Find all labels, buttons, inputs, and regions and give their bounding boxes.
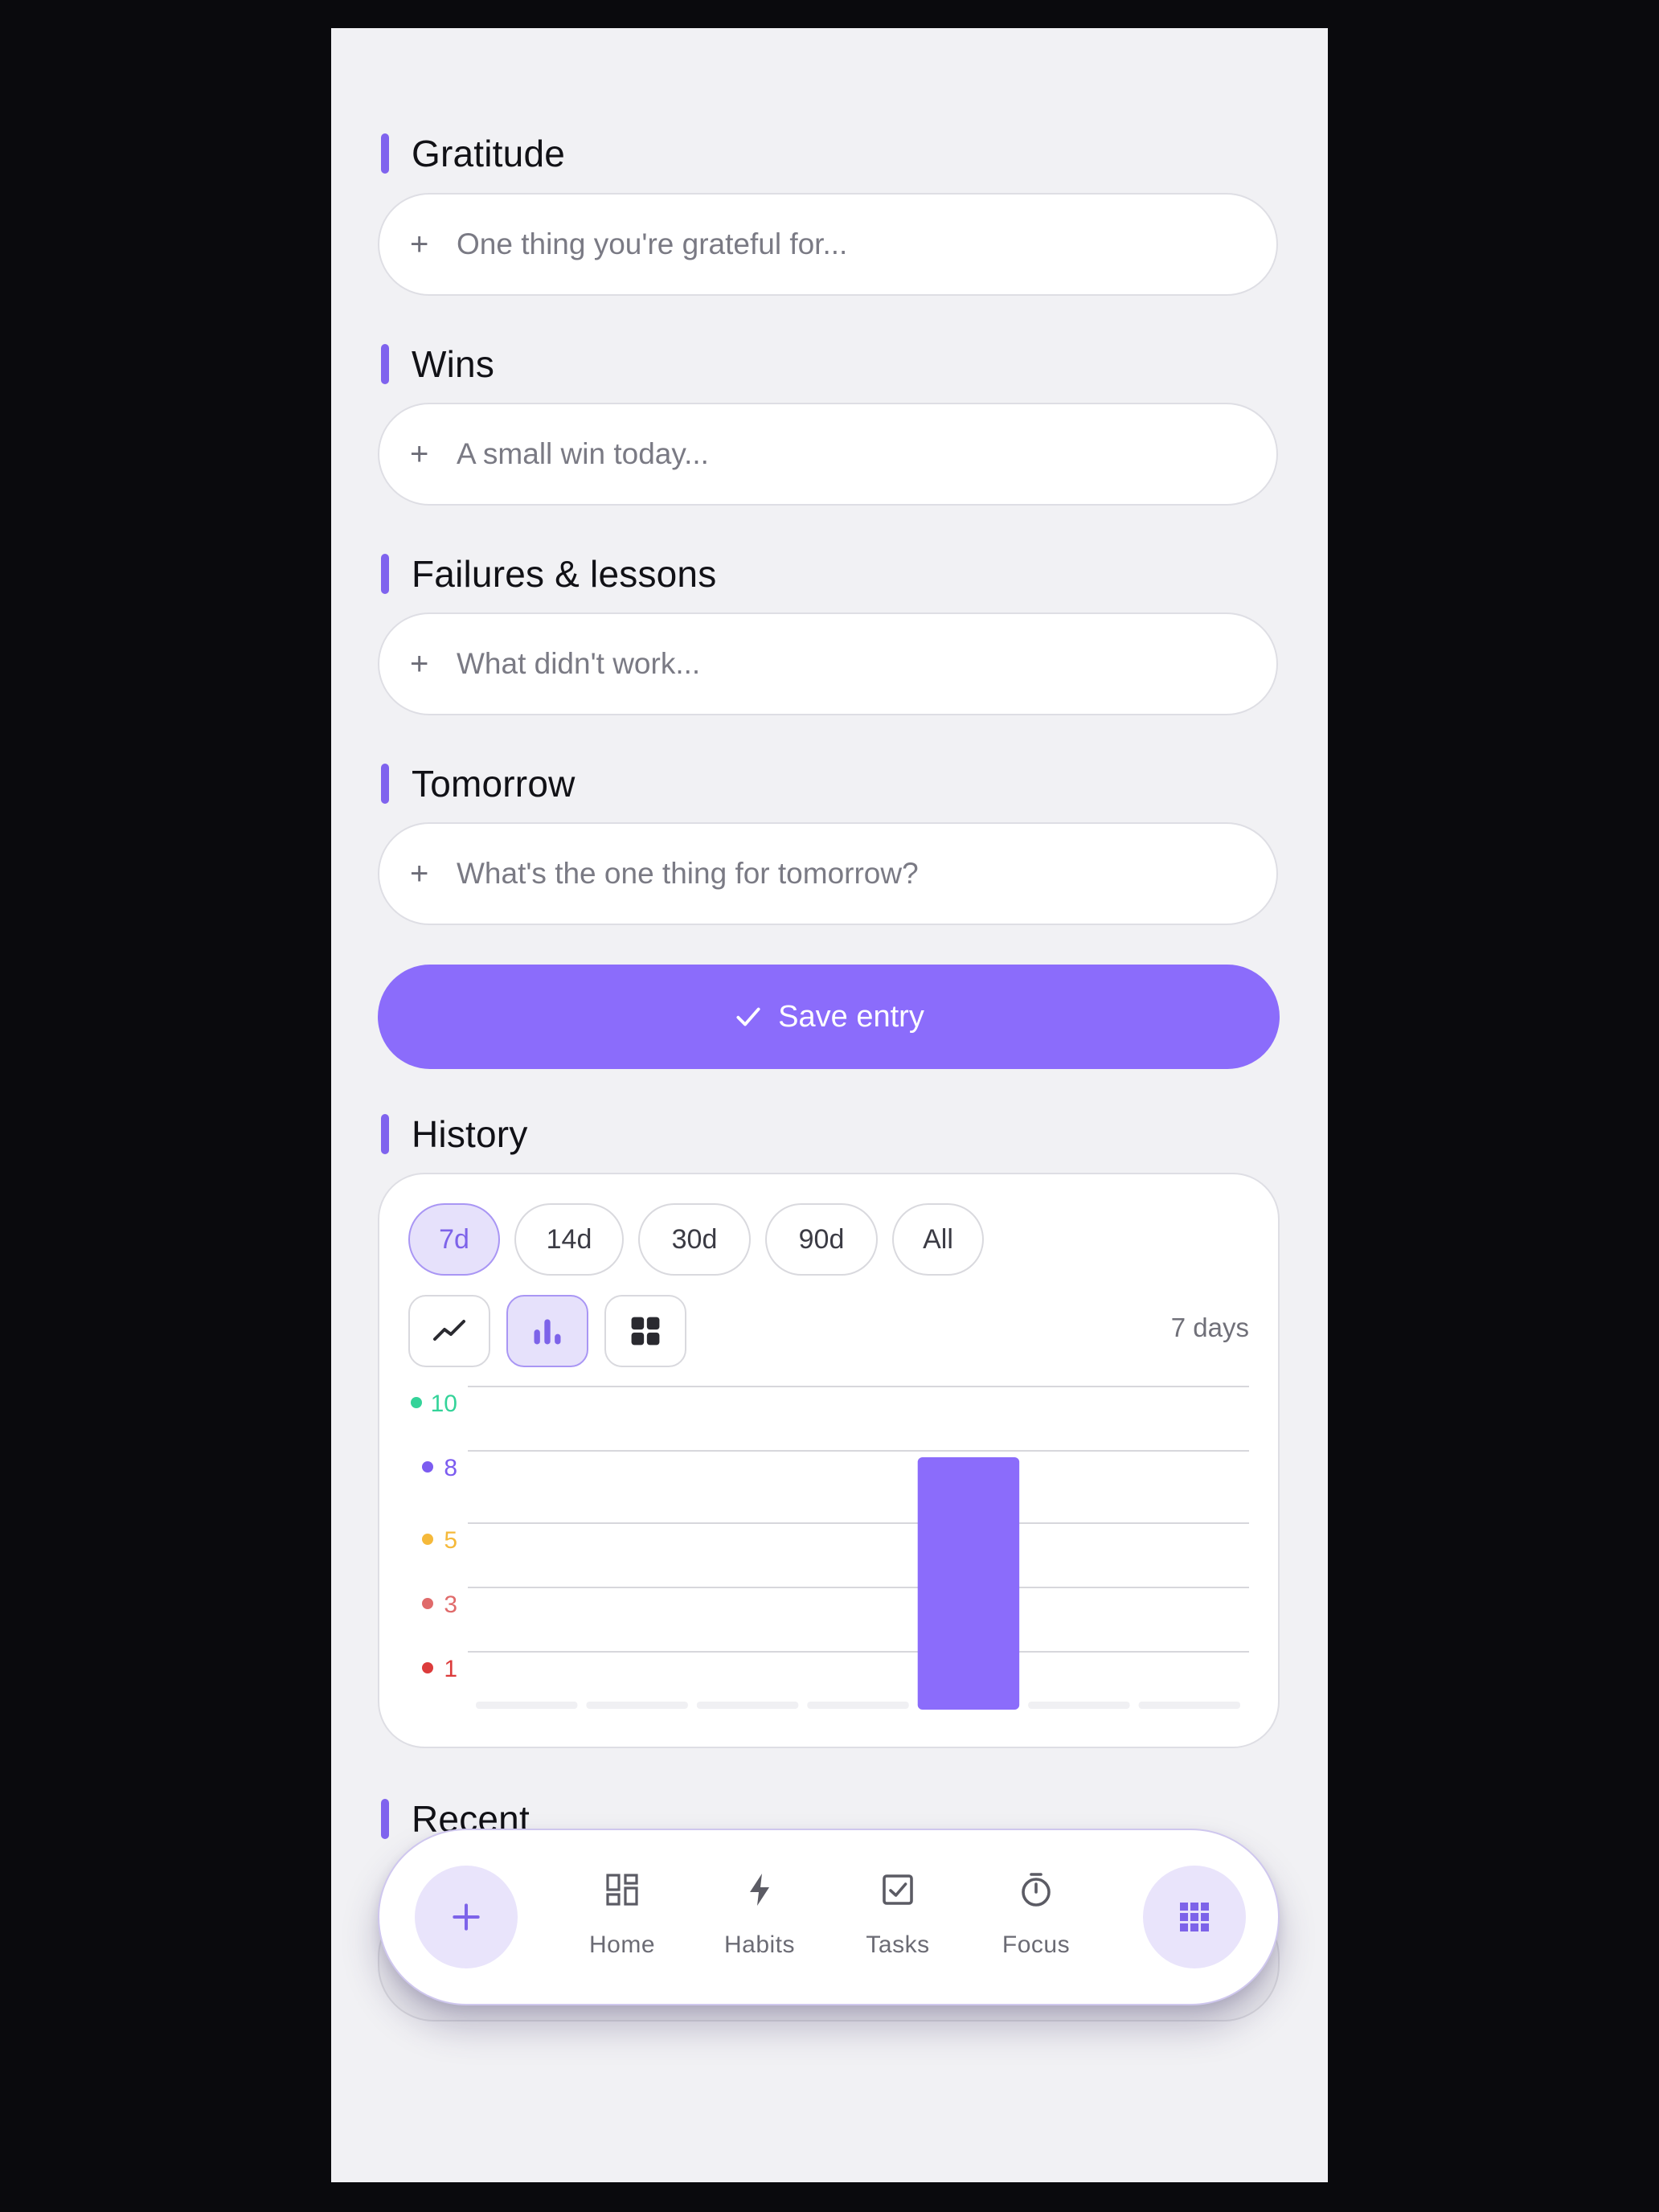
y-tick-dot bbox=[411, 1397, 422, 1408]
chart-bar-track bbox=[586, 1702, 688, 1709]
y-tick-label: 5 bbox=[444, 1527, 457, 1554]
section-accent-bar bbox=[381, 1799, 389, 1839]
section-accent-bar bbox=[381, 554, 389, 594]
section-accent-bar bbox=[381, 133, 389, 174]
timer-icon bbox=[1022, 1873, 1051, 1907]
save-entry-label: Save entry bbox=[778, 999, 924, 1034]
tomorrow-entry[interactable]: + bbox=[378, 822, 1278, 925]
nav-habits[interactable]: Habits bbox=[699, 1870, 820, 1959]
section-title: History bbox=[412, 1113, 528, 1155]
nav-focus[interactable]: Focus bbox=[976, 1870, 1096, 1959]
section-title: Gratitude bbox=[412, 133, 566, 174]
section-accent-bar bbox=[381, 764, 389, 804]
nav-tasks-label: Tasks bbox=[866, 1931, 930, 1958]
checkbox-icon bbox=[883, 1874, 913, 1905]
add-button[interactable] bbox=[415, 1866, 518, 1968]
bolt-icon bbox=[750, 1874, 769, 1906]
check-icon bbox=[736, 1007, 760, 1026]
nav-tasks[interactable]: Tasks bbox=[838, 1870, 958, 1959]
apps-grid-icon bbox=[1180, 1903, 1209, 1931]
y-tick-label: 8 bbox=[444, 1455, 457, 1481]
bottom-dock: Home Habits Tasks Focus bbox=[378, 1829, 1280, 2005]
y-tick-label: 1 bbox=[444, 1656, 457, 1682]
history-header: History bbox=[381, 1112, 528, 1157]
chart-bar-track bbox=[696, 1702, 799, 1709]
chart-bar-track bbox=[1138, 1702, 1241, 1709]
history-bar-chart: 10 8 5 3 1 bbox=[411, 1386, 1249, 1710]
y-tick-label: 10 bbox=[431, 1391, 457, 1417]
wins-input[interactable] bbox=[455, 403, 1276, 505]
gratitude-header: Gratitude bbox=[381, 131, 565, 176]
failures-input[interactable] bbox=[455, 613, 1276, 715]
apps-menu-button[interactable] bbox=[1143, 1866, 1246, 1968]
nav-home[interactable]: Home bbox=[562, 1870, 682, 1959]
plus-icon: + bbox=[410, 646, 429, 682]
chart-bar-track bbox=[476, 1702, 578, 1709]
gratitude-input[interactable] bbox=[455, 194, 1276, 295]
tomorrow-header: Tomorrow bbox=[381, 761, 576, 806]
y-tick-dot bbox=[422, 1662, 433, 1673]
plus-icon: + bbox=[410, 227, 429, 262]
chart-bar-track bbox=[1028, 1702, 1130, 1709]
section-accent-bar bbox=[381, 344, 389, 384]
y-tick-dot bbox=[422, 1461, 433, 1473]
section-title: Failures & lessons bbox=[412, 553, 717, 595]
y-tick-dot bbox=[422, 1598, 433, 1609]
home-icon bbox=[606, 1874, 638, 1906]
y-tick-dot bbox=[422, 1534, 433, 1545]
gratitude-entry[interactable]: + bbox=[378, 193, 1278, 296]
section-title: Tomorrow bbox=[412, 763, 576, 805]
chart-bar[interactable] bbox=[917, 1457, 1020, 1710]
plus-icon bbox=[453, 1903, 480, 1931]
tomorrow-input[interactable] bbox=[455, 823, 1276, 924]
plus-icon: + bbox=[410, 856, 429, 891]
chart-bar-track bbox=[807, 1702, 909, 1709]
section-accent-bar bbox=[381, 1114, 389, 1154]
history-card: 7d 14d 30d 90d All 7 days 10 8 5 3 1 bbox=[378, 1173, 1280, 1748]
save-entry-button[interactable]: Save entry bbox=[378, 965, 1280, 1069]
section-title: Wins bbox=[412, 343, 495, 385]
failures-entry[interactable]: + bbox=[378, 612, 1278, 715]
wins-header: Wins bbox=[381, 342, 494, 387]
nav-home-label: Home bbox=[588, 1931, 656, 1958]
wins-entry[interactable]: + bbox=[378, 403, 1278, 506]
nav-habits-label: Habits bbox=[723, 1931, 796, 1958]
plus-icon: + bbox=[410, 436, 429, 472]
nav-focus-label: Focus bbox=[1002, 1931, 1071, 1958]
y-tick-label: 3 bbox=[444, 1591, 457, 1618]
app-screen: Gratitude + Wins + Failures & lessons + … bbox=[331, 28, 1328, 2182]
failures-header: Failures & lessons bbox=[381, 551, 716, 596]
